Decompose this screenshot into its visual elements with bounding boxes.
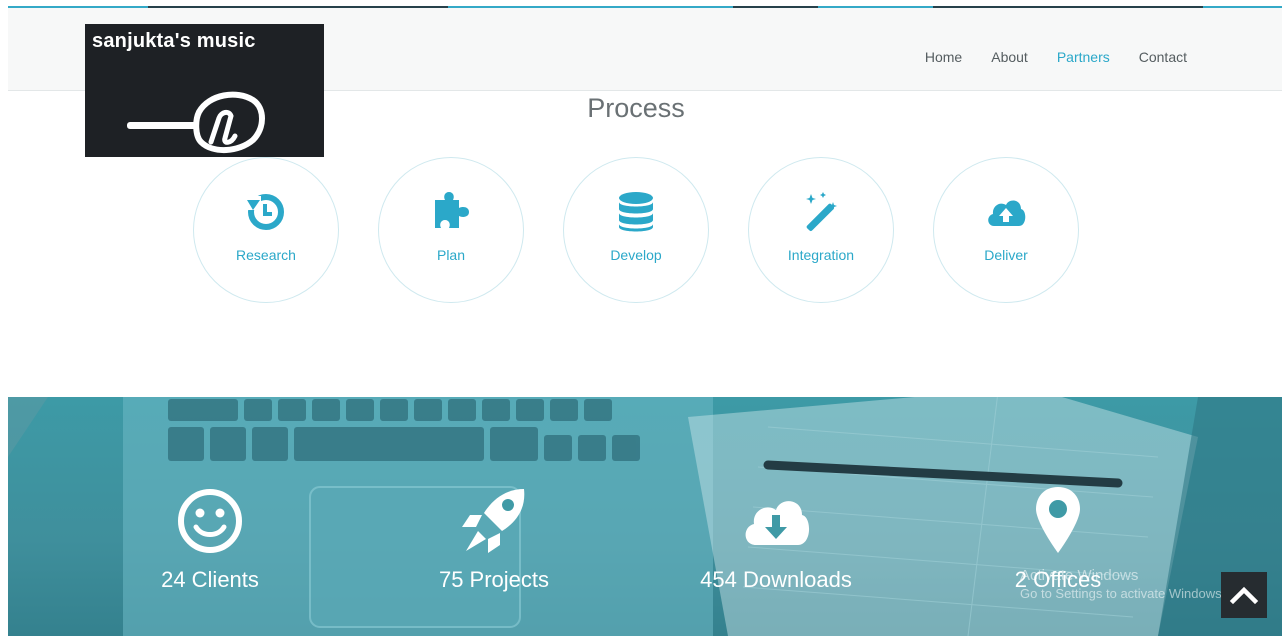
magic-wand-icon bbox=[806, 192, 837, 232]
scroll-to-top-button[interactable] bbox=[1221, 572, 1267, 618]
logo-text: sanjukta's music bbox=[92, 30, 256, 52]
history-icon bbox=[247, 194, 284, 230]
windows-activation-watermark: Activate Windows Go to Settings to activ… bbox=[1020, 567, 1225, 603]
site-logo[interactable]: sanjukta's music bbox=[85, 24, 324, 157]
main-nav: Home About Partners Contact bbox=[925, 49, 1187, 65]
cloud-download-icon bbox=[745, 501, 810, 545]
step-label: Plan bbox=[436, 247, 466, 263]
step-label: Research bbox=[236, 247, 296, 263]
step-plan[interactable]: Plan bbox=[378, 157, 524, 303]
step-develop[interactable]: Develop bbox=[563, 157, 709, 303]
step-integration[interactable]: Integration bbox=[748, 157, 894, 303]
stat-label: 454 Downloads bbox=[700, 567, 852, 592]
smile-icon bbox=[178, 489, 242, 553]
stat-projects: 75 Projects bbox=[374, 397, 614, 636]
step-label: Integration bbox=[787, 247, 855, 263]
nav-contact[interactable]: Contact bbox=[1139, 49, 1187, 65]
nav-about[interactable]: About bbox=[991, 49, 1028, 65]
watermark-line2: Go to Settings to activate Windows. bbox=[1020, 586, 1226, 601]
step-label: Develop bbox=[610, 247, 662, 263]
map-marker-icon bbox=[1036, 487, 1080, 553]
chevron-up-icon bbox=[1229, 586, 1259, 605]
stat-label: 75 Projects bbox=[438, 567, 550, 592]
nav-home[interactable]: Home bbox=[925, 49, 962, 65]
stat-downloads: 454 Downloads bbox=[656, 397, 896, 636]
watermark-line1: Activate Windows bbox=[1020, 567, 1139, 584]
puzzle-icon bbox=[435, 192, 469, 228]
stat-clients: 24 Clients bbox=[90, 397, 330, 636]
step-label: Deliver bbox=[984, 247, 1028, 263]
database-icon bbox=[619, 192, 653, 232]
step-deliver[interactable]: Deliver bbox=[933, 157, 1079, 303]
step-research[interactable]: Research bbox=[193, 157, 339, 303]
cloud-upload-icon bbox=[988, 200, 1026, 226]
stat-label: 24 Clients bbox=[161, 567, 259, 592]
rocket-icon bbox=[462, 489, 525, 553]
guitar-logo-icon bbox=[127, 91, 265, 153]
nav-partners[interactable]: Partners bbox=[1057, 49, 1110, 65]
